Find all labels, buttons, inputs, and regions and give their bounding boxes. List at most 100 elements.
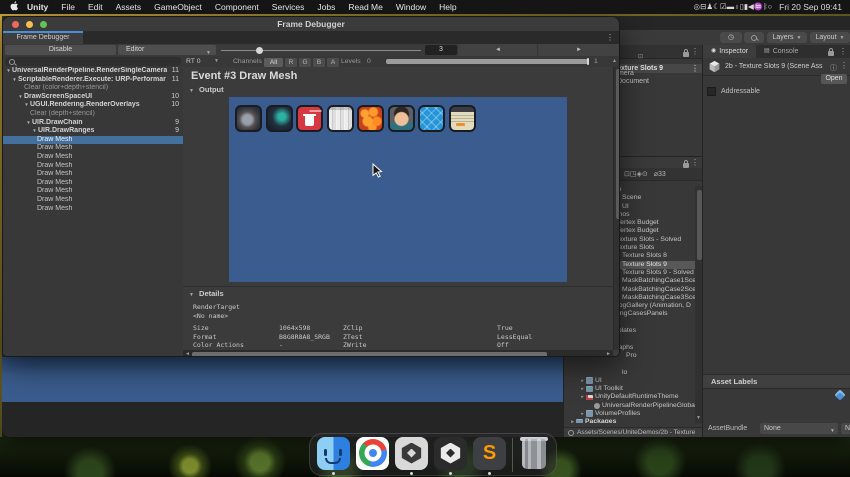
wifi-icon[interactable]: ♒ <box>754 2 763 11</box>
project-item[interactable]: ▸ UI <box>564 377 695 385</box>
kebab-menu-icon[interactable]: ⋮ <box>691 158 699 167</box>
frame-number-field[interactable]: 3 <box>425 45 457 55</box>
scrollbar-thumb[interactable] <box>192 351 547 356</box>
minimize-window-button[interactable] <box>26 20 33 28</box>
levels-slider[interactable] <box>386 58 589 65</box>
event-tree-row[interactable]: Draw Mesh <box>3 196 183 205</box>
foldout-arrow-icon[interactable]: ▼ <box>5 67 12 76</box>
menu-item[interactable]: Component <box>215 2 259 12</box>
apple-menu-icon[interactable] <box>10 1 19 13</box>
channel-button[interactable]: G <box>299 58 311 67</box>
close-window-button[interactable] <box>12 20 19 28</box>
event-tree-row[interactable]: ▼ ScriptableRenderer.Execute: URP-Perfor… <box>3 76 183 85</box>
event-tree-row[interactable]: Draw Mesh <box>3 153 183 162</box>
dock-unity-editor-icon[interactable] <box>434 435 467 475</box>
texture-trash-red[interactable] <box>296 105 323 132</box>
project-item[interactable] <box>564 360 695 368</box>
menu-bar-clock[interactable]: Fri 20 Sep 09:41 <box>779 2 842 12</box>
project-item[interactable]: ▸ Packages <box>564 418 695 423</box>
scroll-left-arrow[interactable]: ◄ <box>185 350 190 356</box>
disable-button[interactable]: Disable <box>5 45 116 55</box>
keyboard-icon[interactable]: ▬ <box>727 2 735 11</box>
focus-icon[interactable]: ☾ <box>713 2 720 11</box>
shortcuts-icon[interactable]: ☑ <box>720 2 727 11</box>
event-tree-row[interactable]: Draw Mesh <box>3 162 183 171</box>
spotlight-icon[interactable]: ○ <box>768 2 773 11</box>
preset-icon[interactable]: ⊙ <box>642 171 648 178</box>
menu-item[interactable]: GameObject <box>154 2 202 12</box>
foldout-arrow-icon[interactable]: ▼ <box>11 76 18 85</box>
menu-item[interactable]: File <box>61 2 75 12</box>
menu-item[interactable]: Read Me <box>348 2 383 12</box>
scrollbar-down-arrow[interactable]: ▼ <box>696 415 701 421</box>
texture-birch-white[interactable] <box>326 105 354 132</box>
search-button[interactable] <box>744 32 764 43</box>
menu-item[interactable]: Unity <box>27 2 48 12</box>
foldout-arrow-icon[interactable]: ▸ <box>579 377 586 385</box>
texture-lava-orange[interactable] <box>357 105 384 132</box>
assetbundle-dropdown[interactable]: None ▼ <box>760 423 838 434</box>
event-tree-row[interactable]: ▼ UIR.DrawChain 9 <box>3 119 183 128</box>
open-button[interactable]: Open <box>821 74 847 84</box>
channel-button[interactable]: All <box>264 58 283 67</box>
project-item[interactable]: lo <box>564 369 695 377</box>
dock-sublime-text-icon[interactable] <box>473 435 506 475</box>
event-tree-row[interactable]: Draw Mesh <box>3 205 183 214</box>
foldout-arrow-icon[interactable]: ▼ <box>17 93 24 102</box>
project-item[interactable]: ▸ VolumeProfiles <box>564 410 695 418</box>
dock-trash-icon[interactable] <box>519 435 549 475</box>
next-event-button[interactable]: ► <box>537 44 619 56</box>
event-tree-row[interactable]: ▼ UGUI.Rendering.RenderOverlays 10 <box>3 101 183 110</box>
event-tree-row[interactable]: ▼ UniversalRenderPipeline.RenderSingleCa… <box>3 67 183 76</box>
dock-finder-icon[interactable] <box>317 435 350 475</box>
layers-dropdown[interactable]: Layers ▼ <box>767 32 807 43</box>
kebab-menu-icon[interactable]: ⋮ <box>840 61 848 70</box>
texture-boy-portrait[interactable] <box>387 105 415 132</box>
output-foldout[interactable]: ▼ Output <box>189 85 224 94</box>
scrollbar-thumb[interactable] <box>696 190 702 260</box>
vertical-scrollbar[interactable] <box>613 67 619 350</box>
hidden-count-badge[interactable]: ⌀33 <box>654 170 666 178</box>
event-tree-row[interactable]: Draw Mesh <box>3 135 183 145</box>
foldout-arrow-icon[interactable]: ▼ <box>31 127 38 136</box>
menu-item[interactable]: Window <box>396 2 426 12</box>
foldout-arrow-icon[interactable]: ▸ <box>579 385 586 393</box>
target-dropdown[interactable]: Editor ▼ <box>118 45 216 56</box>
event-tree-row[interactable]: ▼ DrawScreenSpaceUI 10 <box>3 93 183 102</box>
event-tree-row[interactable]: Draw Mesh <box>3 144 183 153</box>
lock-icon[interactable] <box>828 47 834 56</box>
addressable-checkbox[interactable] <box>707 87 716 96</box>
channel-button[interactable]: R <box>285 58 297 67</box>
menu-item[interactable]: Edit <box>88 2 103 12</box>
event-tree-row[interactable]: Clear (depth+stencil) <box>3 110 183 119</box>
foldout-arrow-icon[interactable]: ▸ <box>579 410 586 418</box>
project-item[interactable]: ▸ UnityDefaultRuntimeTheme <box>564 393 695 401</box>
tab-inspector[interactable]: ◉ Inspector <box>703 45 757 58</box>
frame-slider-handle[interactable] <box>256 46 263 54</box>
levels-slider-handle[interactable] <box>586 58 589 65</box>
event-tree-row[interactable]: Draw Mesh <box>3 187 183 196</box>
menu-item[interactable]: Jobs <box>317 2 335 12</box>
dock-unity-hub-icon[interactable] <box>395 435 428 475</box>
frame-debugger-title-bar[interactable]: Frame Debugger <box>3 17 619 32</box>
texture-ui-card[interactable] <box>448 105 476 132</box>
scrollbar-up-arrow[interactable]: ▲ <box>612 56 617 67</box>
kebab-menu-icon[interactable]: ⋮ <box>839 47 847 56</box>
foldout-arrow-icon[interactable]: ▸ <box>569 418 576 423</box>
frame-slider[interactable] <box>221 50 421 51</box>
tab-console[interactable]: ▤ Console <box>756 45 806 58</box>
layout-dropdown[interactable]: Layout ▼ <box>810 32 850 43</box>
scrollbar-thumb[interactable] <box>615 69 619 219</box>
asset-label-tag-icon[interactable] <box>834 389 846 401</box>
foldout-arrow-icon[interactable]: ▼ <box>23 101 30 110</box>
menu-item[interactable]: Services <box>272 2 305 12</box>
lock-icon[interactable] <box>683 49 689 57</box>
game-view[interactable] <box>2 357 563 402</box>
zoom-window-button[interactable] <box>40 20 47 28</box>
event-tree-row[interactable]: ▼ UIR.DrawRanges 9 <box>3 127 183 136</box>
project-item[interactable]: UniversalRenderPipelineGlobalSet <box>564 402 695 410</box>
foldout-arrow-icon[interactable]: ▸ <box>579 393 586 401</box>
event-tree-row[interactable]: Draw Mesh <box>3 170 183 179</box>
previous-event-button[interactable]: ◄ <box>457 44 538 56</box>
info-icon[interactable]: ⓘ <box>830 63 837 73</box>
